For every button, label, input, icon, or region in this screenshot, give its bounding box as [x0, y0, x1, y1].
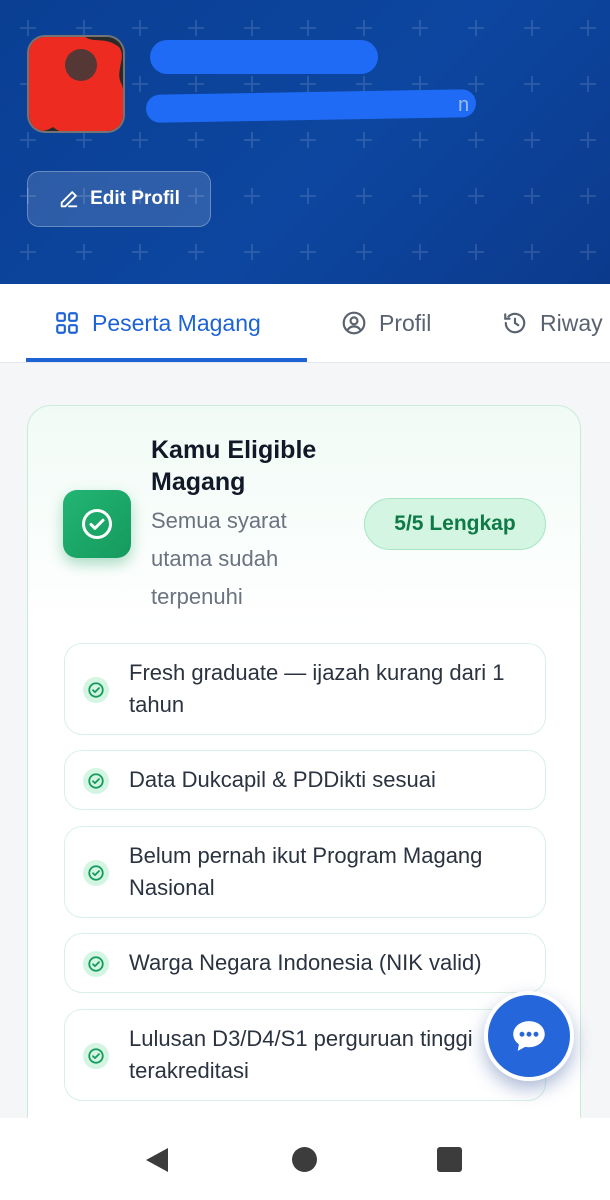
email-suffix: n: [458, 94, 470, 116]
chat-button[interactable]: [484, 991, 574, 1081]
avatar-redaction: [29, 37, 123, 131]
redacted-name: [150, 40, 378, 74]
requirement-label: Warga Negara Indonesia (NIK valid): [129, 950, 482, 975]
check-icon: [83, 768, 109, 794]
edit-profile-label: Edit Profil: [90, 188, 180, 209]
status-badge: 5/5 Lengkap: [364, 498, 546, 550]
avatar[interactable]: [27, 35, 125, 133]
history-icon: [504, 312, 526, 334]
eligibility-subtitle: Semua syarat utama sudah terpenuhi: [151, 508, 287, 609]
tab-riwayat[interactable]: Riway: [502, 284, 603, 362]
check-circle-icon: [82, 509, 112, 539]
tab-label: Peserta Magang: [92, 309, 261, 336]
tab-peserta-magang[interactable]: Peserta Magang: [54, 284, 261, 362]
eligibility-title: Kamu Eligible Magang: [151, 436, 317, 496]
tab-profil[interactable]: Profil: [341, 284, 431, 362]
pencil-icon: [60, 191, 78, 208]
back-icon[interactable]: [144, 1146, 170, 1174]
check-icon: [83, 1043, 109, 1069]
requirement-item: Data Dukcapil & PDDikti sesuai: [64, 750, 546, 810]
system-navigation-bar: [0, 1118, 610, 1200]
check-icon: [83, 860, 109, 886]
edit-profile-button[interactable]: Edit Profil: [27, 171, 211, 227]
requirement-item: Warga Negara Indonesia (NIK valid): [64, 933, 546, 993]
user-circle-icon: [342, 311, 366, 335]
requirement-item: Fresh graduate — ijazah kurang dari 1 ta…: [64, 643, 546, 735]
chat-bubble-icon: [513, 1021, 545, 1051]
requirement-label: Lulusan D3/D4/S1 perguruan tinggi terakr…: [129, 1026, 473, 1083]
requirement-label: Fresh graduate — ijazah kurang dari 1 ta…: [129, 660, 505, 717]
requirement-item: Lulusan D3/D4/S1 perguruan tinggi terakr…: [64, 1009, 546, 1101]
recent-apps-icon[interactable]: [437, 1147, 462, 1172]
profile-header: n Edit Profil: [0, 0, 610, 284]
requirement-item: Belum pernah ikut Program Magang Nasiona…: [64, 826, 546, 918]
redacted-email: [145, 89, 477, 123]
active-tab-indicator: [26, 358, 307, 362]
tab-label: Profil: [379, 309, 432, 336]
requirement-label: Data Dukcapil & PDDikti sesuai: [129, 767, 436, 792]
check-icon: [83, 951, 109, 977]
tab-bar: Peserta Magang Profil Riway: [0, 284, 610, 363]
check-icon: [83, 677, 109, 703]
eligibility-icon: [63, 490, 131, 558]
requirement-label: Belum pernah ikut Program Magang Nasiona…: [129, 843, 483, 900]
grid-icon: [56, 312, 78, 334]
home-icon[interactable]: [292, 1147, 317, 1172]
tab-label: Riway: [540, 309, 603, 336]
